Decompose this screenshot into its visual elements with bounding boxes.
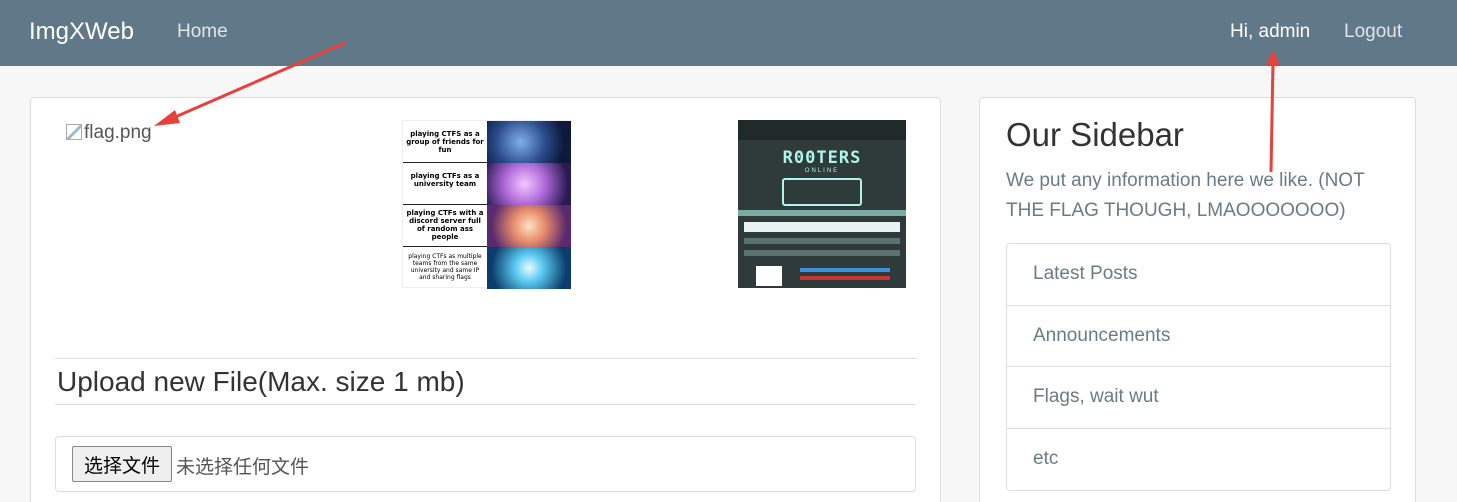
rooters-ctf-poster-image[interactable]: R00TERS ONLINE bbox=[738, 120, 906, 288]
sidebar-item-etc[interactable]: etc bbox=[1007, 429, 1390, 491]
meme-panel-text: playing CTFS as a group of friends for f… bbox=[406, 130, 484, 154]
broken-image-flag[interactable]: flag.png bbox=[66, 122, 152, 144]
meme-panel: playing CTFs as a university team bbox=[403, 163, 571, 205]
brain-icon bbox=[487, 121, 571, 163]
meme-panel: playing CTFs as multiple teams from the … bbox=[403, 247, 571, 289]
poster-text-line bbox=[744, 250, 900, 256]
sidebar-description: We put any information here we like. (NO… bbox=[1006, 170, 1365, 221]
no-file-selected-text: 未选择任何文件 bbox=[176, 456, 310, 478]
section-divider bbox=[55, 404, 916, 405]
poster-subtitle: ONLINE bbox=[804, 168, 840, 174]
poster-text-line bbox=[800, 268, 890, 272]
sidebar-item-announcements[interactable]: Announcements bbox=[1007, 306, 1390, 367]
poster-prizes-bar bbox=[744, 222, 900, 232]
poster-header bbox=[738, 120, 906, 140]
broken-image-alt-text: flag.png bbox=[84, 122, 152, 143]
brand-logo[interactable]: ImgXWeb bbox=[29, 18, 134, 46]
choose-file-button[interactable]: 选择文件 bbox=[72, 446, 172, 482]
broken-image-icon bbox=[66, 124, 82, 140]
brain-icon bbox=[487, 247, 571, 289]
top-navbar: ImgXWeb Home Hi, admin Logout bbox=[0, 0, 1457, 66]
laptop-icon bbox=[782, 178, 862, 206]
nav-logout-link[interactable]: Logout bbox=[1344, 21, 1402, 43]
section-divider bbox=[55, 358, 916, 359]
poster-band bbox=[738, 210, 906, 216]
sidebar-link-list: Latest Posts Announcements Flags, wait w… bbox=[1006, 243, 1391, 491]
sidebar-item-flags[interactable]: Flags, wait wut bbox=[1007, 367, 1390, 429]
sidebar-item-latest-posts[interactable]: Latest Posts bbox=[1007, 244, 1390, 306]
poster-title: R00TERS bbox=[782, 148, 862, 168]
main-content-card: flag.png playing CTFS as a group of frie… bbox=[30, 97, 941, 502]
brain-icon bbox=[487, 205, 571, 247]
galaxy-brain-meme-image[interactable]: playing CTFS as a group of friends for f… bbox=[402, 120, 571, 289]
meme-panel-text: playing CTFs as a university team bbox=[410, 172, 480, 188]
meme-panel-text: playing CTFs as multiple teams from the … bbox=[408, 253, 482, 281]
meme-panel-text: playing CTFs with a discord server full … bbox=[406, 209, 484, 241]
brain-icon bbox=[487, 163, 571, 205]
meme-panel: playing CTFs with a discord server full … bbox=[403, 205, 571, 247]
file-upload-field[interactable]: 选择文件 未选择任何文件 bbox=[55, 436, 916, 492]
upload-section-title: Upload new File(Max. size 1 mb) bbox=[57, 366, 465, 397]
nav-home-link[interactable]: Home bbox=[177, 21, 228, 43]
poster-text-line bbox=[744, 238, 900, 244]
nav-user-greeting[interactable]: Hi, admin bbox=[1230, 21, 1310, 43]
meme-panel: playing CTFS as a group of friends for f… bbox=[403, 121, 571, 163]
sidebar-title: Our Sidebar bbox=[1006, 116, 1184, 153]
poster-text-line bbox=[800, 276, 890, 280]
sidebar-card: Our Sidebar We put any information here … bbox=[979, 97, 1416, 502]
qr-code-icon bbox=[756, 266, 782, 286]
